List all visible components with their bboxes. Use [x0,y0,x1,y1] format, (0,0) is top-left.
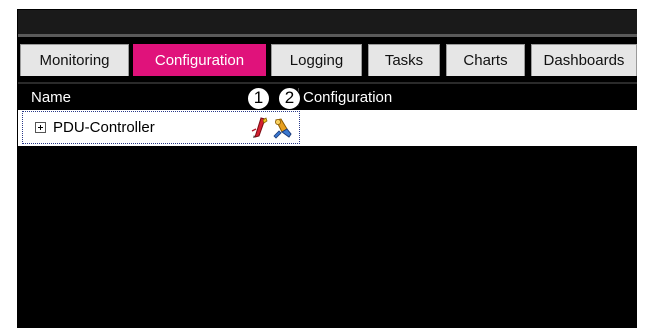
top-toolbar-strip [18,10,637,34]
tab-dashboards[interactable]: Dashboards [531,44,637,76]
tab-charts[interactable]: Charts [446,44,525,76]
callout-marker-1: 1 [247,87,270,110]
application-window: Monitoring Configuration Logging Tasks C… [17,9,637,328]
configure-tools-icon[interactable] [273,117,293,139]
tree-node-label[interactable]: PDU-Controller [53,119,155,136]
expand-plus-icon[interactable] [35,122,46,133]
tree-row[interactable]: PDU-Controller [18,110,637,146]
toolbar-separator [18,34,637,37]
tab-tasks[interactable]: Tasks [368,44,440,76]
callout-marker-2: 2 [278,87,301,110]
tab-configuration[interactable]: Configuration [133,44,266,76]
tab-logging[interactable]: Logging [271,44,362,76]
tab-monitoring[interactable]: Monitoring [20,44,129,76]
column-header-configuration[interactable]: Configuration [303,89,392,106]
tree-column-header: Name Configuration [18,84,637,110]
column-header-name[interactable]: Name [31,89,71,106]
tag-edit-icon[interactable] [250,117,270,139]
tab-bar: Monitoring Configuration Logging Tasks C… [18,44,637,82]
